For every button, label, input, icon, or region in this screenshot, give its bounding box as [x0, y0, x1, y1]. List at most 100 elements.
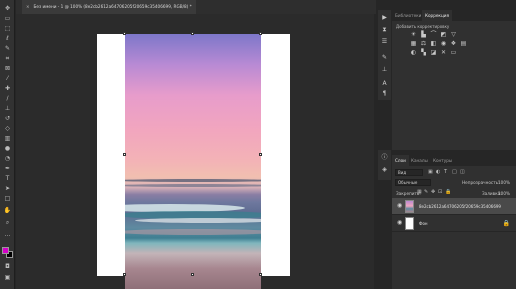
- filter-pixel-icon[interactable]: ▣: [428, 169, 433, 175]
- lock-position-icon[interactable]: ✥: [431, 189, 435, 195]
- blend-mode-value: Обычные: [398, 180, 418, 185]
- blend-mode-dropdown[interactable]: Обычные: [395, 179, 431, 186]
- gradient-tool-icon[interactable]: ▥: [3, 136, 12, 142]
- crop-tool-icon[interactable]: ⌗: [3, 56, 12, 62]
- kind-filter-dropdown[interactable]: Вид: [395, 169, 423, 176]
- color-balance-icon[interactable]: ⚖: [420, 41, 427, 47]
- color-lookup-icon[interactable]: ▤: [460, 41, 467, 47]
- blur-tool-icon[interactable]: ●: [3, 146, 12, 152]
- brightness-contrast-icon[interactable]: ☀: [410, 32, 417, 38]
- quick-mask-icon[interactable]: ◘: [3, 264, 12, 270]
- opacity-value[interactable]: 100%: [498, 180, 510, 185]
- history-icon[interactable]: ⧗: [380, 26, 389, 34]
- layer-row[interactable]: ◉ 8e2cb2612a64706205f20659c35406699: [392, 198, 516, 215]
- layer-lock-icon[interactable]: 🔒: [503, 220, 510, 227]
- layer-name: Фон: [419, 221, 428, 226]
- document-tab[interactable]: × Без имени - 1 @ 100% (8e2cb2612a6470620…: [22, 0, 196, 14]
- clone-stamp-tool-icon[interactable]: ⊥: [3, 106, 12, 112]
- screen-mode-icon[interactable]: ▣: [3, 275, 12, 281]
- gradient-map-icon[interactable]: ▭: [450, 50, 457, 56]
- history-brush-tool-icon[interactable]: ↺: [3, 116, 12, 122]
- lock-transparency-icon[interactable]: ▦: [417, 189, 422, 195]
- type-tool-icon[interactable]: T: [3, 176, 12, 182]
- navigator-icon[interactable]: ◈: [380, 166, 389, 174]
- threshold-icon[interactable]: ◪: [430, 50, 437, 56]
- path-select-tool-icon[interactable]: ➤: [3, 186, 12, 192]
- selective-color-icon[interactable]: ✕: [440, 50, 447, 56]
- tab-adjustments[interactable]: Коррекция: [422, 10, 453, 21]
- tab-layers[interactable]: Слои: [392, 155, 409, 166]
- transform-handle-left[interactable]: [123, 153, 126, 156]
- transform-handle-top[interactable]: [191, 32, 194, 35]
- foreground-color-swatch[interactable]: [2, 247, 9, 254]
- lock-pixels-icon[interactable]: ✎: [424, 189, 428, 195]
- lock-artboard-icon[interactable]: ⊡: [438, 189, 442, 195]
- adjustments-panel-tabs: Библиотеки Коррекция: [392, 10, 516, 21]
- tab-libraries[interactable]: Библиотеки: [392, 10, 424, 21]
- tab-paths[interactable]: Контуры: [430, 155, 455, 166]
- transform-handle-right[interactable]: [259, 153, 262, 156]
- pen-tool-icon[interactable]: ✒: [3, 166, 12, 172]
- hue-saturation-icon[interactable]: ▦: [410, 41, 417, 47]
- filter-type-icon[interactable]: T: [444, 169, 447, 175]
- more-tools-icon[interactable]: …: [3, 232, 12, 238]
- transform-handle-bottom-right[interactable]: [259, 273, 262, 276]
- artboard-tool-icon[interactable]: ▭: [3, 16, 12, 22]
- transform-handle-top-left[interactable]: [123, 32, 126, 35]
- adjustments-panel: Библиотеки Коррекция Добавить корректиро…: [392, 10, 516, 150]
- close-tab-icon[interactable]: ×: [26, 4, 30, 9]
- visibility-eye-icon[interactable]: ◉: [397, 220, 403, 226]
- eraser-tool-icon[interactable]: ◇: [3, 126, 12, 132]
- layers-panel-tabs: Слои Каналы Контуры: [392, 155, 516, 166]
- panel-icon-strip: ▶ ⧗ ☰ ✎ ⊥ A ¶: [378, 10, 391, 100]
- clone-source-icon[interactable]: ⊥: [380, 66, 389, 74]
- rectangle-tool-icon[interactable]: □: [3, 196, 12, 202]
- eyedropper-tool-icon[interactable]: ⁄: [3, 76, 12, 82]
- filter-smart-object-icon[interactable]: ◫: [460, 169, 465, 175]
- black-white-icon[interactable]: ◧: [430, 41, 437, 47]
- invert-icon[interactable]: ◐: [410, 50, 417, 56]
- transform-handle-top-right[interactable]: [259, 32, 262, 35]
- lock-all-icon[interactable]: 🔒: [445, 189, 451, 195]
- exposure-icon[interactable]: ◩: [440, 32, 447, 38]
- layer-thumbnail: [405, 217, 414, 230]
- opacity-label: Непрозрачность:: [462, 180, 500, 185]
- properties-icon[interactable]: ☰: [380, 38, 389, 46]
- layer-row[interactable]: ◉ Фон 🔒: [392, 215, 516, 232]
- info-icon[interactable]: ⓘ: [380, 154, 389, 162]
- character-icon[interactable]: A: [380, 80, 389, 88]
- dodge-tool-icon[interactable]: ◔: [3, 156, 12, 162]
- layer-name: 8e2cb2612a64706205f20659c35406699: [419, 204, 501, 209]
- document-tab-title: Без имени - 1 @ 100% (8e2cb2612a64706205…: [33, 4, 192, 9]
- brush-settings-icon[interactable]: ✎: [380, 54, 389, 62]
- posterize-icon[interactable]: ▚: [420, 50, 427, 56]
- fill-value[interactable]: 100%: [498, 191, 510, 196]
- vibrance-icon[interactable]: ▽: [450, 32, 457, 38]
- hand-tool-icon[interactable]: ✋: [3, 208, 12, 214]
- marquee-tool-icon[interactable]: ⬚: [3, 26, 12, 32]
- document-tab-bar: × Без имени - 1 @ 100% (8e2cb2612a6470620…: [16, 0, 376, 14]
- lasso-tool-icon[interactable]: ℓ: [3, 36, 12, 42]
- curves-icon[interactable]: ⌒: [430, 32, 437, 38]
- zoom-tool-icon[interactable]: ⌕: [3, 220, 12, 226]
- channel-mixer-icon[interactable]: ❖: [450, 41, 457, 47]
- filter-shape-icon[interactable]: □: [452, 169, 457, 175]
- visibility-eye-icon[interactable]: ◉: [397, 203, 403, 209]
- kind-filter-value: Вид: [398, 170, 407, 175]
- transform-handle-bottom[interactable]: [191, 273, 194, 276]
- move-tool-icon[interactable]: ✥: [3, 6, 12, 12]
- brush-tool-icon[interactable]: ∕: [3, 96, 12, 102]
- levels-icon[interactable]: ▙: [420, 32, 427, 38]
- play-actions-icon[interactable]: ▶: [380, 14, 389, 22]
- quick-select-tool-icon[interactable]: ✎: [3, 46, 12, 52]
- add-adjustment-hint: Добавить корректировку: [396, 24, 450, 29]
- transform-handle-bottom-left[interactable]: [123, 273, 126, 276]
- tab-channels[interactable]: Каналы: [408, 155, 431, 166]
- photo-filter-icon[interactable]: ◉: [440, 41, 447, 47]
- healing-tool-icon[interactable]: ✚: [3, 86, 12, 92]
- frame-tool-icon[interactable]: ⊠: [3, 66, 12, 72]
- canvas-area[interactable]: [16, 14, 374, 289]
- sunset-beach-image-layer[interactable]: [125, 34, 261, 289]
- paragraph-icon[interactable]: ¶: [380, 90, 389, 98]
- filter-adjustment-icon[interactable]: ◐: [436, 169, 440, 175]
